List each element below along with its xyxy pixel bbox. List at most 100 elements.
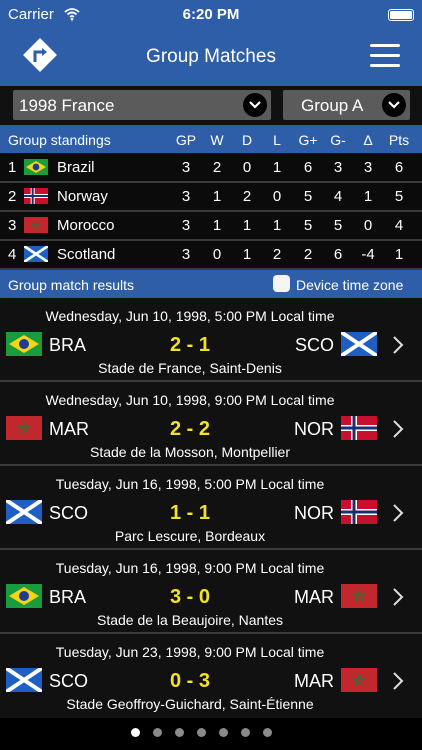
chevron-right-icon[interactable] (392, 335, 404, 355)
page-dot[interactable] (241, 728, 250, 737)
stat-d: 2 (242, 188, 252, 205)
match-row[interactable]: Tuesday, Jun 23, 1998, 9:00 PM Local tim… (0, 634, 422, 716)
group-selector[interactable]: Group A (283, 90, 410, 120)
device-time-zone-checkbox[interactable] (273, 275, 290, 292)
match-date: Tuesday, Jun 23, 1998, 9:00 PM Local tim… (55, 644, 325, 660)
match-row[interactable]: Tuesday, Jun 16, 1998, 5:00 PM Local tim… (0, 466, 422, 550)
stat-pts: 4 (394, 217, 404, 234)
chevron-right-icon[interactable] (392, 671, 404, 691)
home-team: MAR (49, 419, 89, 439)
results-title: Group match results (8, 277, 135, 293)
stat-pts: 1 (394, 246, 404, 263)
match-row[interactable]: Tuesday, Jun 16, 1998, 9:00 PM Local tim… (0, 550, 422, 634)
chevron-right-icon[interactable] (392, 419, 404, 439)
norway-flag-icon (341, 500, 377, 524)
selector-bar: 1998 France Group A (0, 86, 422, 124)
clock: 6:20 PM (182, 6, 240, 23)
hamburger-menu-icon[interactable] (370, 44, 400, 68)
match-date: Tuesday, Jun 16, 1998, 5:00 PM Local tim… (55, 476, 325, 492)
brazil-flag-icon (6, 584, 42, 608)
stat-ga: 4 (333, 188, 343, 205)
match-venue: Parc Lescure, Bordeaux (114, 528, 266, 544)
column-header: W (210, 132, 224, 148)
scotland-flag-icon (341, 332, 377, 356)
page-dot[interactable] (219, 728, 228, 737)
stat-pts: 6 (394, 159, 404, 176)
standings-row[interactable]: 2 Norway 3 1 2 0 5 4 1 5 (0, 183, 422, 212)
standings-header: Group standings GP W D L G+ G- Δ Pts (0, 125, 422, 153)
tournament-selector[interactable]: 1998 France (13, 90, 271, 120)
results-header: Group match results Device time zone (0, 270, 422, 298)
match-row[interactable]: Wednesday, Jun 10, 1998, 5:00 PM Local t… (0, 298, 422, 382)
away-team: MAR (294, 671, 334, 691)
scotland-flag-icon (6, 500, 42, 524)
away-team: NOR (294, 419, 334, 439)
home-team: SCO (49, 671, 89, 691)
page-dot[interactable] (263, 728, 272, 737)
stat-w: 0 (212, 246, 222, 263)
column-header: G+ (298, 132, 318, 148)
match-date: Wednesday, Jun 10, 1998, 9:00 PM Local t… (45, 392, 335, 408)
brazil-flag-icon (24, 159, 48, 175)
stat-w: 2 (212, 159, 222, 176)
morocco-flag-icon (24, 217, 48, 233)
page-dot[interactable] (197, 728, 206, 737)
stat-gp: 3 (181, 217, 191, 234)
stat-pts: 5 (394, 188, 404, 205)
match-venue: Stade de la Mosson, Montpellier (90, 444, 290, 460)
stat-l: 2 (272, 246, 282, 263)
page-dot[interactable] (153, 728, 162, 737)
stat-gf: 5 (303, 217, 313, 234)
column-header: L (273, 132, 281, 148)
match-score: 2 - 1 (169, 334, 211, 356)
standings-title: Group standings (8, 132, 111, 148)
stat-gf: 2 (303, 246, 313, 263)
morocco-flag-icon (341, 584, 377, 608)
match-venue: Stade de la Beaujoire, Nantes (96, 612, 283, 628)
team-name: Norway (57, 188, 108, 205)
match-score: 0 - 3 (169, 670, 211, 692)
page-dot-active[interactable] (131, 728, 140, 737)
battery-icon (388, 9, 414, 21)
morocco-flag-icon (341, 668, 377, 692)
chevron-down-icon (382, 93, 406, 117)
match-row[interactable]: Wednesday, Jun 10, 1998, 9:00 PM Local t… (0, 382, 422, 466)
stat-gd: 3 (363, 159, 373, 176)
column-header: G- (330, 132, 346, 148)
stat-d: 0 (242, 159, 252, 176)
tournament-value: 1998 France (19, 96, 115, 115)
navigation-bar: Group Matches (0, 30, 422, 86)
stat-ga: 3 (333, 159, 343, 176)
stat-d: 1 (242, 246, 252, 263)
device-time-zone-label[interactable]: Device time zone (296, 277, 403, 293)
stat-gd: -4 (361, 246, 375, 263)
chevron-right-icon[interactable] (392, 503, 404, 523)
standings-row[interactable]: 3 Morocco 3 1 1 1 5 5 0 4 (0, 212, 422, 241)
scotland-flag-icon (24, 246, 48, 262)
stat-gp: 3 (181, 188, 191, 205)
stat-gp: 3 (181, 246, 191, 263)
stat-w: 1 (212, 217, 222, 234)
match-date: Tuesday, Jun 16, 1998, 9:00 PM Local tim… (55, 560, 325, 576)
page-dot[interactable] (175, 728, 184, 737)
page-indicator[interactable] (0, 718, 422, 750)
match-score: 3 - 0 (169, 586, 211, 608)
home-team: BRA (49, 587, 87, 607)
rank: 1 (8, 159, 17, 176)
norway-flag-icon (24, 188, 48, 204)
stat-w: 1 (212, 188, 222, 205)
stat-l: 1 (272, 159, 282, 176)
team-name: Morocco (57, 217, 115, 234)
morocco-flag-icon (6, 416, 42, 440)
away-team: NOR (294, 503, 334, 523)
rank: 2 (8, 188, 17, 205)
chevron-right-icon[interactable] (392, 587, 404, 607)
standings-row[interactable]: 1 Brazil 3 2 0 1 6 3 3 6 (0, 154, 422, 183)
match-date: Wednesday, Jun 10, 1998, 5:00 PM Local t… (45, 308, 335, 324)
match-venue: Stade de France, Saint-Denis (98, 360, 282, 376)
away-team: SCO (294, 335, 334, 355)
stat-gd: 1 (363, 188, 373, 205)
standings-row[interactable]: 4 Scotland 3 0 1 2 2 6 -4 1 (0, 241, 422, 270)
column-header: D (241, 132, 253, 148)
team-name: Brazil (57, 159, 95, 176)
